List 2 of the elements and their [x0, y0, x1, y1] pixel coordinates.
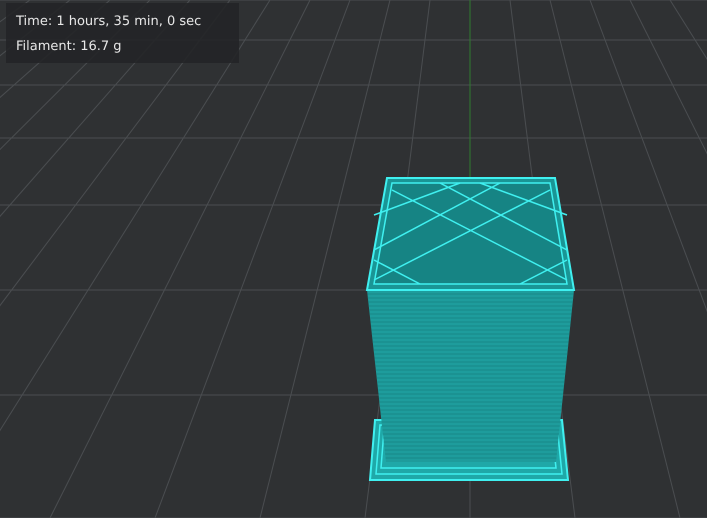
print-time-text: Time: 1 hours, 35 min, 0 sec: [16, 13, 202, 31]
filament-weight-text: Filament: 16.7 g: [16, 38, 123, 56]
